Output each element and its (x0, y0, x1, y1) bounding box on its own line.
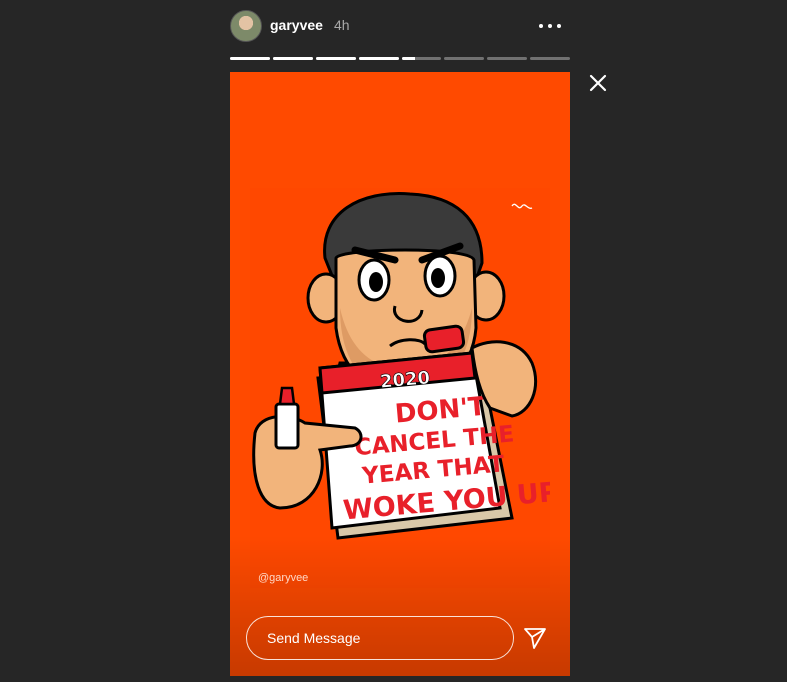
avatar[interactable] (230, 10, 262, 42)
story-progress-bar (230, 57, 570, 60)
more-options-icon[interactable] (538, 14, 562, 38)
story-handle: @garyvee (258, 572, 309, 584)
close-icon[interactable] (587, 72, 609, 94)
story-frame[interactable]: 2020 DON'T CANCEL THE YEAR THAT WOKE YOU… (230, 72, 570, 676)
progress-segment (358, 57, 399, 60)
username[interactable]: garyvee (270, 17, 323, 33)
send-message-placeholder: Send Message (267, 630, 361, 646)
progress-segment-fill (315, 57, 356, 60)
progress-segment (230, 57, 270, 60)
send-icon[interactable] (522, 625, 548, 651)
progress-segment (487, 57, 528, 60)
progress-segment (315, 57, 356, 60)
progress-segment (272, 57, 313, 60)
story-header: garyvee 4h (230, 10, 570, 42)
progress-segment (401, 57, 442, 60)
progress-segment (530, 57, 570, 60)
calendar-year: 2020 (379, 367, 431, 392)
timestamp: 4h (334, 17, 350, 33)
progress-segment-fill (401, 57, 416, 60)
send-message-input[interactable]: Send Message (246, 616, 514, 660)
progress-segment-fill (230, 57, 270, 60)
story-artwork: 2020 DON'T CANCEL THE YEAR THAT WOKE YOU… (250, 188, 550, 588)
progress-segment (444, 57, 485, 60)
progress-segment-fill (358, 57, 399, 60)
progress-segment-fill (272, 57, 313, 60)
